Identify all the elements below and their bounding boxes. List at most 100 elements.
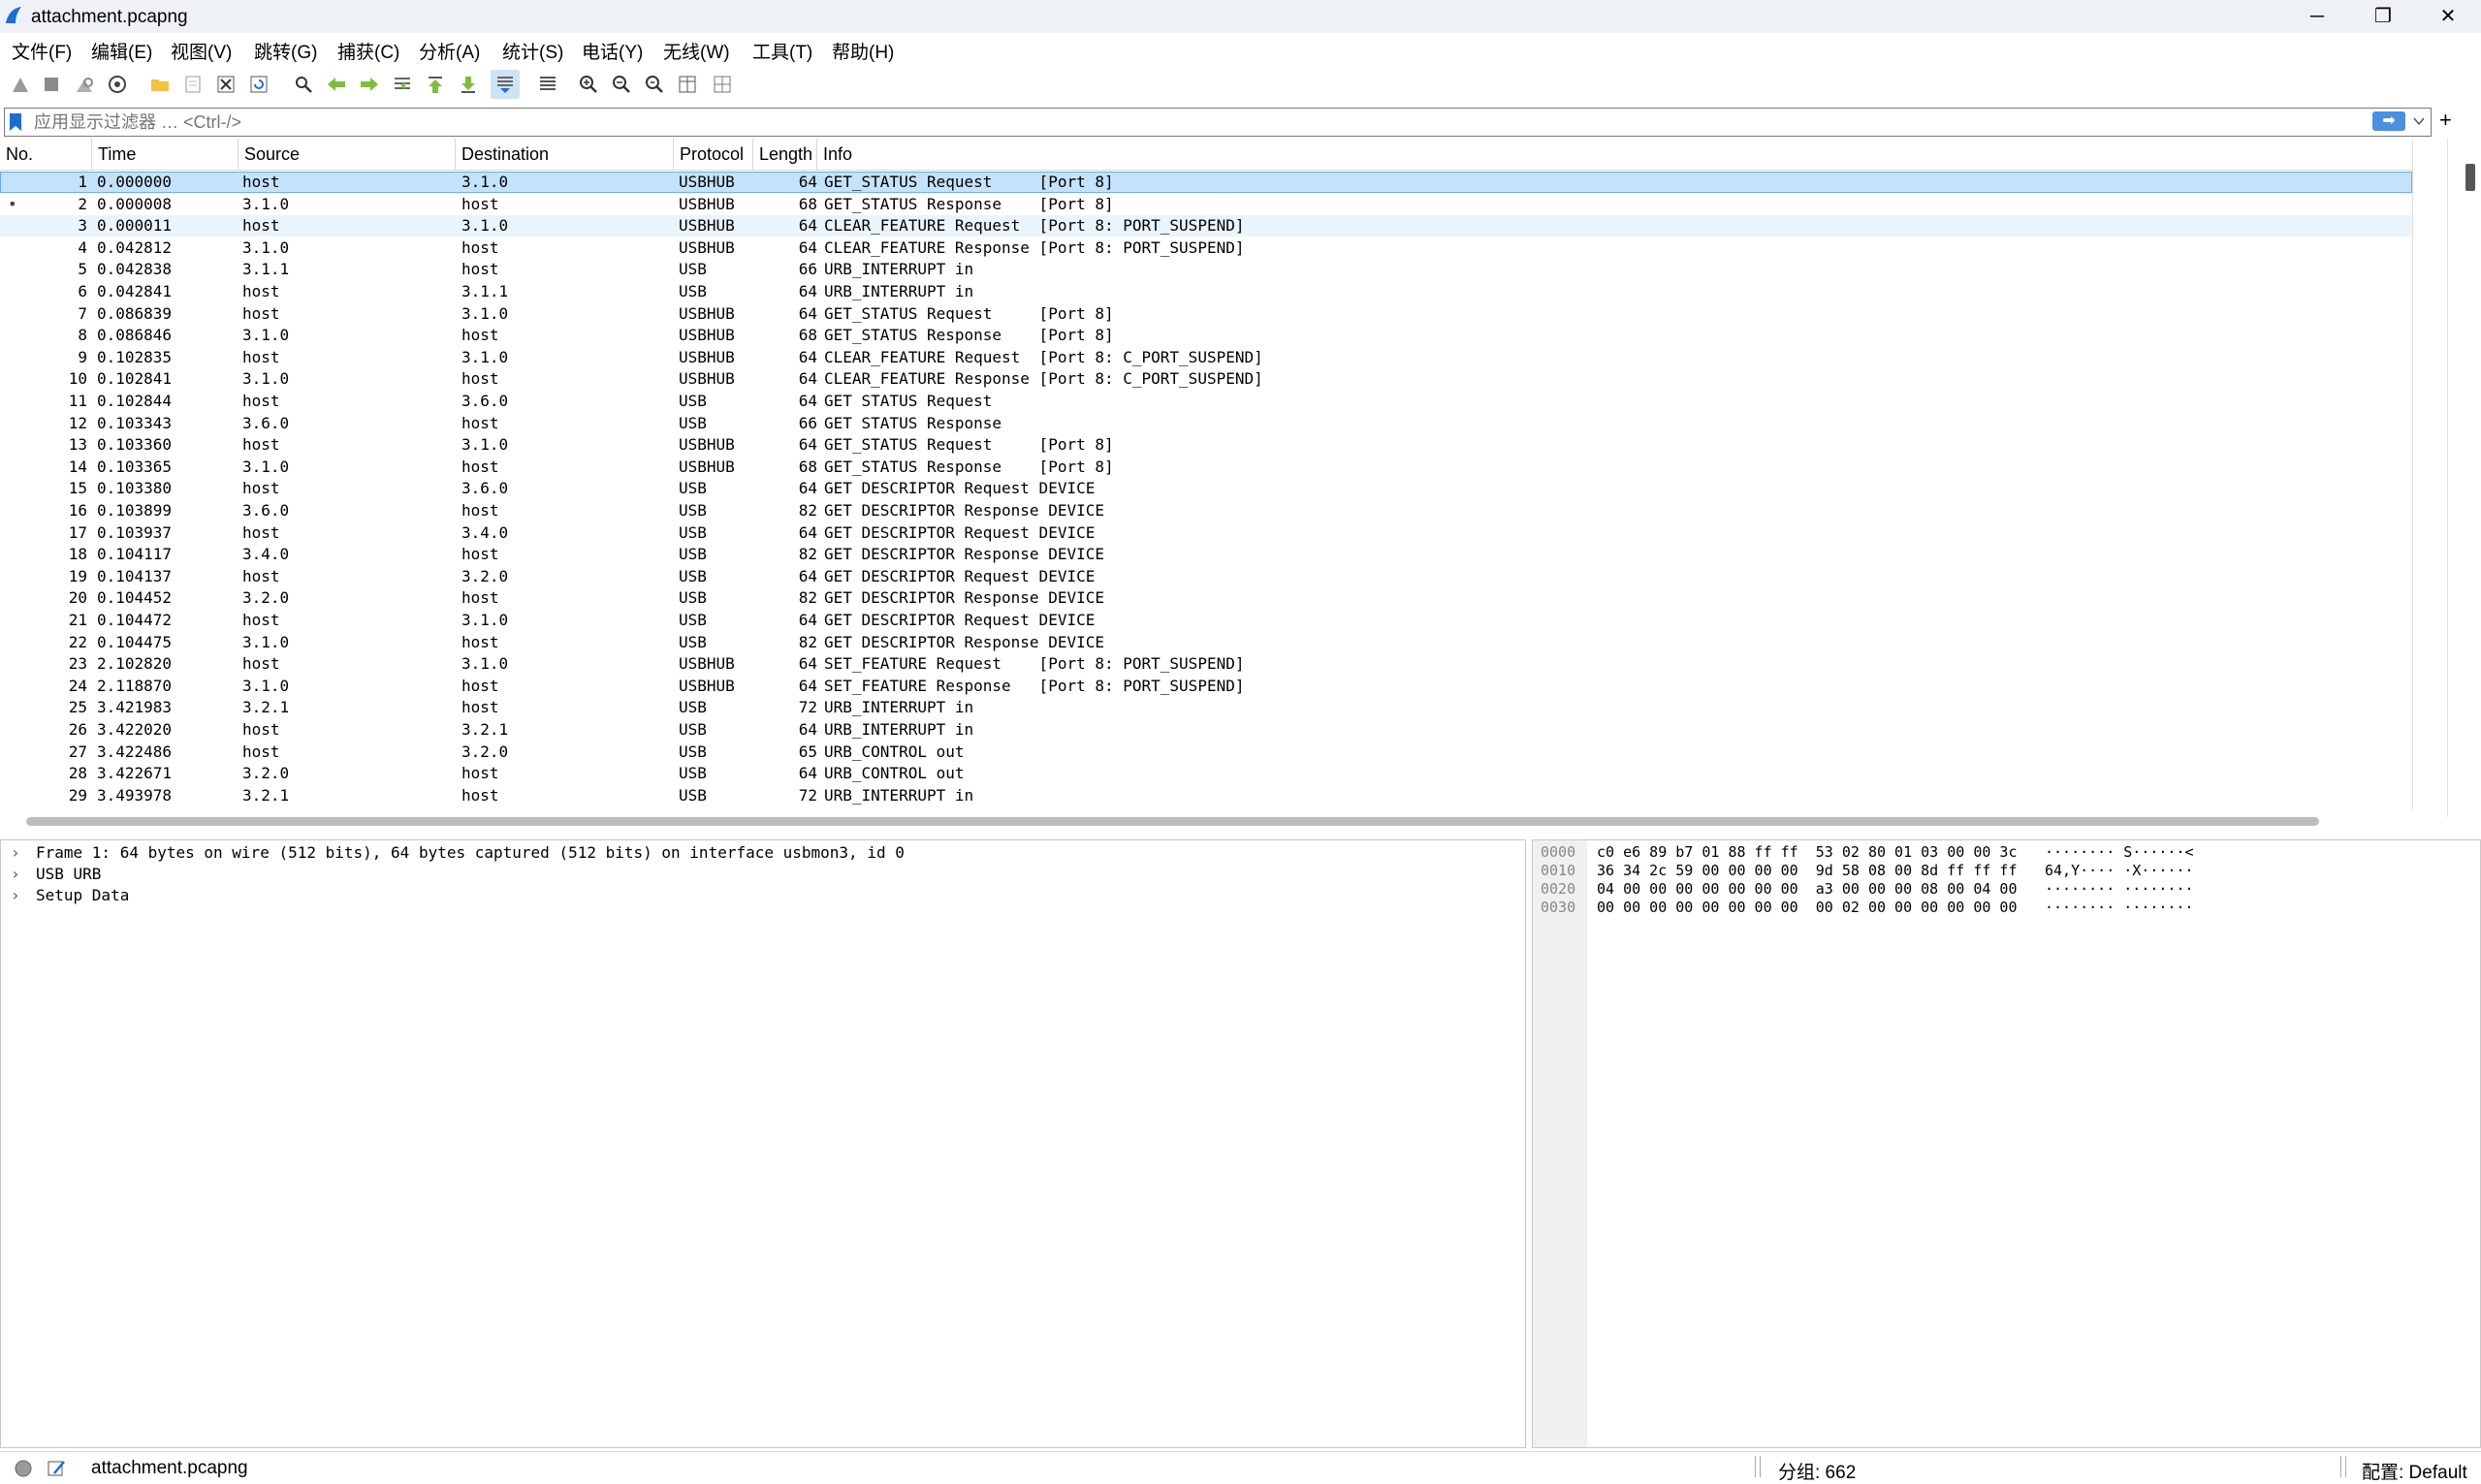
display-filter-field[interactable]: ➡ — [4, 108, 2432, 137]
tree-item-usb-urb[interactable]: › USB URB — [1, 864, 1523, 885]
table-row[interactable]: 25 3.421983 3.2.1 host USB 72 URB_INTERRUPT in — [0, 697, 2412, 718]
table-row[interactable]: 8 0.086846 3.1.0 host USBHUB 68 GET_STATUS Res… — [0, 325, 2412, 346]
packet-minimap[interactable] — [2447, 139, 2481, 817]
table-row[interactable]: 29 3.493978 3.2.1 host USB 72 URB_INTERRUPT in — [0, 785, 2412, 806]
cell-source: host — [242, 742, 280, 761]
table-row[interactable]: 19 0.104137 host 3.2.0 USB 64 GET DESCRIPTOR R… — [0, 566, 2412, 587]
table-row[interactable]: 5 0.042838 3.1.1 host USB 66 URB_INTERRUPT in — [0, 259, 2412, 280]
column-header-no[interactable]: No. — [0, 139, 92, 170]
byte-hex[interactable]: c0 e6 89 b7 01 88 ff ff 53 02 80 01 03 0… — [1597, 843, 2017, 862]
restart-capture-icon[interactable] — [70, 70, 99, 99]
table-row[interactable]: 26 3.422020 host 3.2.1 USB 64 URB_INTERRUPT in — [0, 719, 2412, 741]
go-forward-icon[interactable] — [355, 70, 384, 99]
save-file-icon[interactable] — [178, 70, 207, 99]
tree-item-frame[interactable]: › Frame 1: 64 bytes on wire (512 bits), … — [1, 842, 1523, 864]
column-header-length[interactable]: Length — [753, 139, 817, 170]
column-header-info[interactable]: Info — [817, 139, 2412, 170]
table-row[interactable]: 28 3.422671 3.2.0 host USB 64 URB_CONTROL out — [0, 763, 2412, 784]
byte-ascii[interactable]: ········ ········ — [2045, 880, 2194, 899]
menu-tools[interactable]: 工具(T) — [752, 38, 812, 64]
table-row[interactable]: 6 0.042841 host 3.1.1 USB 64 URB_INTERRUPT in — [0, 281, 2412, 302]
zoom-out-icon[interactable] — [607, 70, 636, 99]
column-header-source[interactable]: Source — [239, 139, 456, 170]
table-row[interactable]: 22 0.104475 3.1.0 host USB 82 GET DESCRIPTOR R… — [0, 632, 2412, 653]
find-packet-icon[interactable] — [289, 70, 318, 99]
go-to-packet-icon[interactable] — [388, 70, 417, 99]
chevron-down-icon[interactable] — [2413, 116, 2425, 126]
column-header-protocol[interactable]: Protocol — [674, 139, 753, 170]
horizontal-scrollbar[interactable] — [26, 817, 2319, 826]
last-packet-icon[interactable] — [454, 70, 483, 99]
chevron-right-icon[interactable]: › — [11, 864, 20, 885]
status-profile[interactable]: 配置: Default — [2362, 1458, 2467, 1484]
capture-comment-icon[interactable] — [47, 1458, 68, 1479]
table-row[interactable]: 1 0.000000 host 3.1.0 USBHUB 64 GET_STATUS Req… — [0, 172, 2412, 193]
table-row[interactable]: 10 0.102841 3.1.0 host USBHUB 64 CLEAR_FEATURE… — [0, 368, 2412, 390]
byte-hex[interactable]: 36 34 2c 59 00 00 00 00 9d 58 08 00 8d f… — [1597, 862, 2017, 880]
first-packet-icon[interactable] — [421, 70, 450, 99]
table-row[interactable]: 11 0.102844 host 3.6.0 USB 64 GET STATUS Reque… — [0, 391, 2412, 412]
bookmark-icon[interactable] — [9, 112, 22, 132]
menu-file[interactable]: 文件(F) — [12, 38, 72, 64]
table-row[interactable]: 18 0.104117 3.4.0 host USB 82 GET DESCRIPTOR R… — [0, 544, 2412, 565]
byte-ascii[interactable]: ········ ········ — [2045, 899, 2194, 917]
menu-view[interactable]: 视图(V) — [171, 38, 232, 64]
vertical-scrollbar[interactable] — [2412, 139, 2442, 810]
byte-hex[interactable]: 00 00 00 00 00 00 00 00 00 02 00 00 00 0… — [1597, 899, 2017, 917]
close-button[interactable]: ✕ — [2415, 0, 2481, 33]
colorize-icon[interactable] — [533, 70, 562, 99]
menu-capture[interactable]: 捕获(C) — [337, 38, 399, 64]
table-row[interactable]: 16 0.103899 3.6.0 host USB 82 GET DESCRIPTOR R… — [0, 500, 2412, 521]
chevron-right-icon[interactable]: › — [11, 842, 20, 864]
table-row[interactable]: • 2 0.000008 3.1.0 host USBHUB 68 GET_STATUS Re… — [0, 194, 2412, 215]
zoom-in-icon[interactable] — [574, 70, 603, 99]
cell-no: 11 — [68, 392, 87, 410]
table-row[interactable]: 9 0.102835 host 3.1.0 USBHUB 64 CLEAR_FEATURE … — [0, 347, 2412, 368]
table-row[interactable]: 4 0.042812 3.1.0 host USBHUB 64 CLEAR_FEATURE … — [0, 237, 2412, 259]
menu-telephony[interactable]: 电话(Y) — [582, 38, 643, 64]
byte-ascii[interactable]: ········ S······< — [2045, 843, 2194, 862]
table-row[interactable]: 12 0.103343 3.6.0 host USB 66 GET STATUS Respo… — [0, 413, 2412, 434]
table-row[interactable]: 14 0.103365 3.1.0 host USBHUB 68 GET_STATUS Re… — [0, 457, 2412, 478]
table-row[interactable]: 27 3.422486 host 3.2.0 USB 65 URB_CONTROL out — [0, 742, 2412, 763]
table-row[interactable]: 3 0.000011 host 3.1.0 USBHUB 64 CLEAR_FEATURE … — [0, 215, 2412, 237]
capture-options-icon[interactable] — [103, 70, 132, 99]
add-filter-button[interactable]: + — [2439, 108, 2452, 133]
apply-filter-button[interactable]: ➡ — [2372, 111, 2405, 131]
table-row[interactable]: 20 0.104452 3.2.0 host USB 82 GET DESCRIPTOR R… — [0, 587, 2412, 609]
table-row[interactable]: 21 0.104472 host 3.1.0 USB 64 GET DESCRIPTOR R… — [0, 610, 2412, 631]
menu-go[interactable]: 跳转(G) — [254, 38, 317, 64]
table-row[interactable]: 15 0.103380 host 3.6.0 USB 64 GET DESCRIPTOR R… — [0, 478, 2412, 499]
resize-columns-icon[interactable] — [673, 70, 702, 99]
byte-hex[interactable]: 04 00 00 00 00 00 00 00 a3 00 00 00 08 0… — [1597, 880, 2017, 899]
go-back-icon[interactable] — [322, 70, 351, 99]
menu-statistics[interactable]: 统计(S) — [502, 38, 563, 64]
menu-wireless[interactable]: 无线(W) — [663, 38, 730, 64]
menu-analyze[interactable]: 分析(A) — [419, 38, 480, 64]
expert-info-icon[interactable] — [14, 1459, 33, 1478]
layout-icon[interactable] — [708, 70, 737, 99]
table-row[interactable]: 7 0.086839 host 3.1.0 USBHUB 64 GET_STATUS Req… — [0, 303, 2412, 325]
menu-edit[interactable]: 编辑(E) — [91, 38, 152, 64]
start-capture-icon[interactable] — [6, 70, 35, 99]
display-filter-input[interactable] — [34, 111, 2361, 133]
byte-ascii[interactable]: 64,Y···· ·X······ — [2045, 862, 2194, 880]
stop-capture-icon[interactable] — [37, 70, 66, 99]
minimize-button[interactable]: ─ — [2284, 0, 2350, 33]
menu-help[interactable]: 帮助(H) — [832, 38, 894, 64]
table-row[interactable]: 17 0.103937 host 3.4.0 USB 64 GET DESCRIPTOR R… — [0, 522, 2412, 544]
auto-scroll-icon[interactable] — [491, 70, 520, 99]
table-row[interactable]: 13 0.103360 host 3.1.0 USBHUB 64 GET_STATUS Re… — [0, 434, 2412, 456]
column-header-time[interactable]: Time — [92, 139, 239, 170]
close-file-icon[interactable] — [211, 70, 240, 99]
table-row[interactable]: 24 2.118870 3.1.0 host USBHUB 64 SET_FEATURE R… — [0, 676, 2412, 697]
reload-file-icon[interactable] — [244, 70, 273, 99]
chevron-right-icon[interactable]: › — [11, 885, 20, 906]
open-file-icon[interactable] — [145, 70, 175, 99]
normal-size-icon[interactable] — [640, 70, 669, 99]
maximize-button[interactable]: ❐ — [2350, 0, 2416, 33]
column-header-destination[interactable]: Destination — [456, 139, 674, 170]
minimap-thumb[interactable] — [2465, 164, 2475, 191]
tree-item-setup-data[interactable]: › Setup Data — [1, 885, 1523, 906]
table-row[interactable]: 23 2.102820 host 3.1.0 USBHUB 64 SET_FEATURE R… — [0, 653, 2412, 675]
